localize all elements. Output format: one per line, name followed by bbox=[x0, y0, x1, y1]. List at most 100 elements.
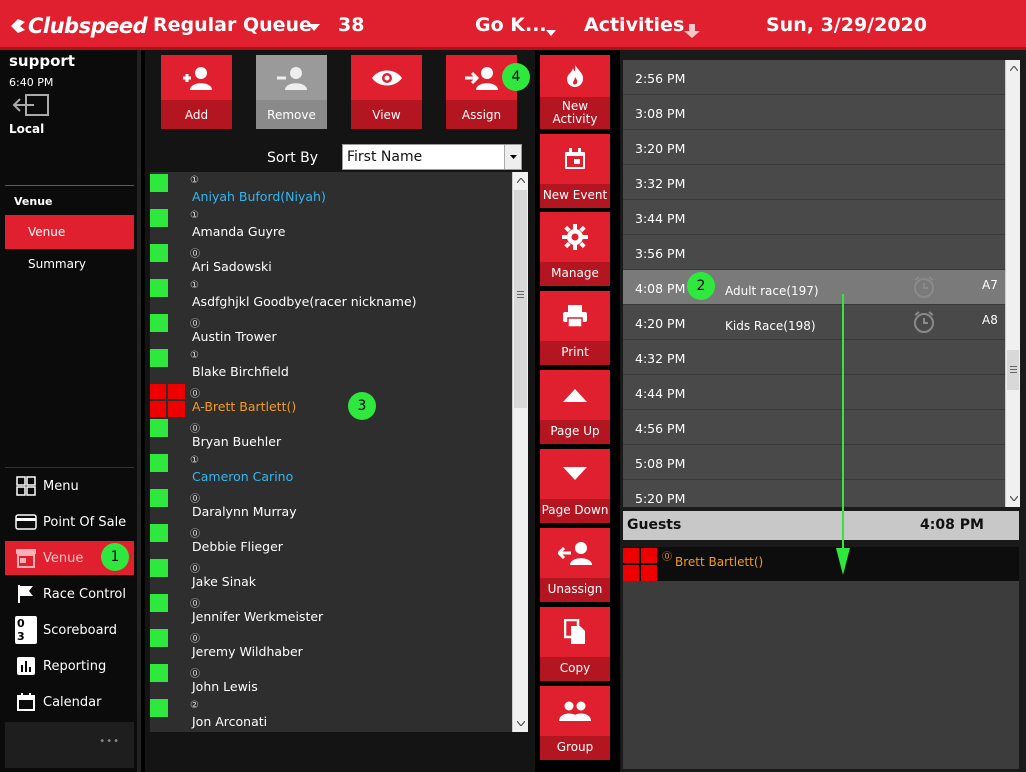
activities-label[interactable]: Activities bbox=[584, 14, 684, 36]
racer-row[interactable]: ⓪ Ari Sadowski bbox=[150, 243, 512, 278]
scroll-up-icon[interactable] bbox=[517, 178, 525, 183]
racer-row[interactable]: ⓪ Jake Sinak bbox=[150, 558, 512, 593]
new-activity-button[interactable]: New Activity bbox=[540, 55, 610, 129]
time-slot[interactable]: 3:08 PM bbox=[623, 95, 1005, 130]
chart-icon bbox=[15, 655, 37, 677]
track-select[interactable]: Go K... bbox=[475, 14, 547, 36]
nav-scoreboard[interactable]: 0 3 Scoreboard bbox=[5, 613, 134, 647]
racer-name: A-Brett Bartlett() bbox=[192, 399, 297, 414]
sub-item-summary[interactable]: Summary bbox=[5, 247, 134, 281]
racer-list[interactable]: ① Aniyah Buford(Niyah) ① Amanda Guyre ⓪ Ari S… bbox=[150, 172, 528, 732]
guest-name: Brett Bartlett() bbox=[675, 555, 764, 569]
more-icon[interactable]: ••• bbox=[99, 736, 120, 747]
manage-button[interactable]: Manage bbox=[540, 212, 610, 286]
status-ok-icon bbox=[150, 419, 168, 437]
marker-label: 3 bbox=[357, 398, 367, 414]
racer-row[interactable]: ① Aniyah Buford(Niyah) bbox=[150, 173, 512, 208]
guests-list[interactable]: ⓪ Brett Bartlett() bbox=[623, 547, 1019, 769]
time-slot[interactable]: 3:56 PM bbox=[623, 235, 1005, 270]
print-button[interactable]: Print bbox=[540, 291, 610, 365]
logout-icon[interactable] bbox=[12, 94, 50, 116]
alarm-clock-icon[interactable] bbox=[912, 275, 936, 299]
slot-time: 3:20 PM bbox=[635, 141, 686, 156]
event-name[interactable]: Kids Race(198) bbox=[725, 319, 816, 333]
scroll-thumb[interactable] bbox=[1007, 350, 1019, 390]
scroll-down-icon[interactable] bbox=[1010, 496, 1018, 501]
alarm-clock-icon[interactable] bbox=[912, 310, 936, 334]
nav-menu[interactable]: Menu bbox=[5, 469, 134, 503]
list-scrollbar[interactable] bbox=[512, 172, 528, 732]
racer-row[interactable]: ⓪ Jeremy Wildhaber bbox=[150, 628, 512, 663]
action-label: Manage bbox=[540, 262, 610, 286]
racer-row[interactable]: ⓪ Debbie Flieger bbox=[150, 523, 512, 558]
copy-button[interactable]: Copy bbox=[540, 607, 610, 681]
time-grid[interactable]: 2:56 PM 3:08 PM 3:20 PM 3:32 PM 3:44 PM 3:56 … bbox=[623, 60, 1005, 507]
slot-time: 2:56 PM bbox=[635, 71, 686, 86]
status-ok-icon bbox=[150, 699, 168, 717]
nav-point-of-sale[interactable]: Point Of Sale bbox=[5, 505, 134, 539]
scroll-thumb[interactable] bbox=[514, 190, 527, 408]
racer-row[interactable]: ⓪ Jennifer Werkmeister bbox=[150, 593, 512, 628]
remove-button[interactable]: Remove bbox=[256, 55, 327, 129]
sort-select[interactable]: First Name bbox=[342, 144, 522, 170]
racer-row[interactable]: ⓪ Austin Trower bbox=[150, 313, 512, 348]
schedule-scrollbar[interactable] bbox=[1005, 60, 1020, 507]
racer-number: ① bbox=[190, 210, 199, 221]
racer-row[interactable]: ① Asdfghjkl Goodbye(racer nickname) bbox=[150, 278, 512, 313]
racer-row[interactable]: ⓪ A-Brett Bartlett() bbox=[150, 383, 512, 418]
scroll-up-icon[interactable] bbox=[1010, 66, 1018, 71]
logo-icon bbox=[11, 19, 25, 33]
time-slot[interactable]: 4:32 PM bbox=[623, 340, 1005, 375]
scoreboard-icon: 0 3 bbox=[15, 616, 37, 644]
time-slot[interactable]: 3:20 PM bbox=[623, 130, 1005, 165]
racer-name: Ari Sadowski bbox=[192, 259, 272, 274]
view-button[interactable]: View bbox=[351, 55, 422, 129]
racer-row[interactable]: ① Cameron Carino bbox=[150, 453, 512, 488]
new-event-button[interactable]: New Event bbox=[540, 134, 610, 208]
racer-row[interactable]: ⓪ Bryan Buehler bbox=[150, 418, 512, 453]
queue-select[interactable]: Regular Queue bbox=[153, 14, 312, 36]
sort-dropdown-button[interactable] bbox=[504, 145, 521, 169]
event-name[interactable]: Adult race(197) bbox=[725, 284, 819, 298]
action-label: Page Up bbox=[540, 420, 610, 444]
group-button[interactable]: Group bbox=[540, 686, 610, 760]
sub-item-label: Summary bbox=[28, 257, 86, 271]
time-slot[interactable]: 2:56 PM bbox=[623, 60, 1005, 95]
logo-text: Clubspeed bbox=[28, 14, 148, 38]
sub-item-venue[interactable]: Venue bbox=[5, 215, 134, 249]
racer-row[interactable]: ⓪ John Lewis bbox=[150, 663, 512, 698]
guest-row[interactable]: ⓪ Brett Bartlett() bbox=[623, 547, 1019, 581]
add-button[interactable]: Add bbox=[161, 55, 232, 129]
racer-row[interactable]: ② Jon Arconati bbox=[150, 698, 512, 733]
racer-row[interactable]: ⓪ Daralynn Murray bbox=[150, 488, 512, 523]
time-slot[interactable]: 4:56 PM bbox=[623, 410, 1005, 445]
marker-3: 3 bbox=[348, 392, 376, 420]
time-slot[interactable]: 4:08 PM Adult race(197) A7 bbox=[623, 270, 1005, 305]
clubspeed-logo: Clubspeed bbox=[8, 14, 148, 38]
scroll-down-icon[interactable] bbox=[517, 721, 525, 726]
user-remove-icon bbox=[256, 55, 327, 100]
page-down-button[interactable]: Page Down bbox=[540, 449, 610, 523]
racer-name: Jeremy Wildhaber bbox=[192, 644, 303, 659]
marker-4: 4 bbox=[502, 63, 530, 91]
time-slot[interactable]: 5:08 PM bbox=[623, 445, 1005, 480]
nav-calendar[interactable]: Calendar bbox=[5, 685, 134, 719]
date-display[interactable]: Sun, 3/29/2020 bbox=[766, 14, 927, 36]
chevron-down-icon[interactable] bbox=[546, 30, 556, 36]
time-slot[interactable]: 3:44 PM bbox=[623, 200, 1005, 235]
nav-race-control[interactable]: Race Control bbox=[5, 577, 134, 611]
page-up-button[interactable]: Page Up bbox=[540, 370, 610, 444]
nav-reporting[interactable]: Reporting bbox=[5, 649, 134, 683]
chevron-down-icon[interactable] bbox=[308, 24, 320, 31]
status-ok-icon bbox=[150, 559, 168, 577]
racer-row[interactable]: ① Amanda Guyre bbox=[150, 208, 512, 243]
time-slot[interactable]: 3:32 PM bbox=[623, 165, 1005, 200]
status-ok-icon bbox=[150, 664, 168, 682]
time-slot[interactable]: 4:44 PM bbox=[623, 375, 1005, 410]
time-slot[interactable]: 5:20 PM bbox=[623, 480, 1005, 507]
time-slot[interactable]: 4:20 PM Kids Race(198) A8 bbox=[623, 305, 1005, 340]
unassign-button[interactable]: Unassign bbox=[540, 528, 610, 602]
racer-row[interactable]: ① Blake Birchfield bbox=[150, 348, 512, 383]
download-arrow-icon[interactable] bbox=[684, 24, 700, 38]
queue-name: Regular Queue bbox=[153, 14, 312, 36]
